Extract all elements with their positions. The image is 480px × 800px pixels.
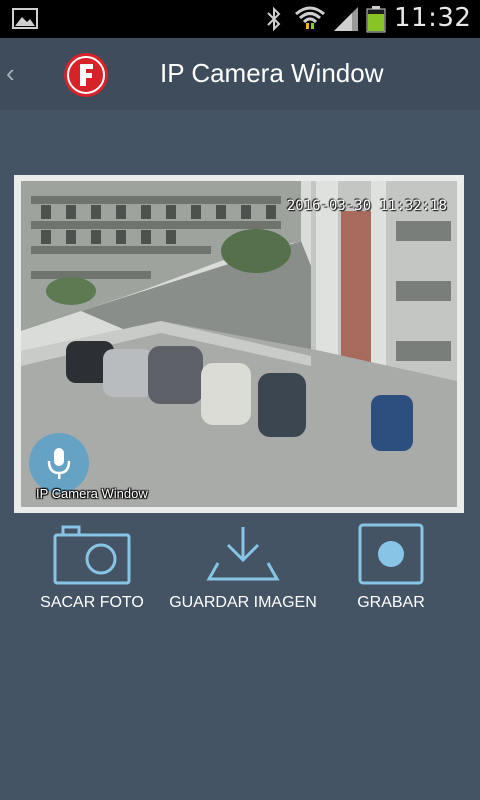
take-photo-label: SACAR FOTO	[40, 594, 144, 611]
record-button[interactable]: GRABAR	[352, 522, 430, 612]
status-time: 11:32	[394, 3, 472, 33]
app-logo	[64, 53, 108, 97]
page-title: IP Camera Window	[160, 58, 384, 88]
microphone-button[interactable]	[29, 433, 89, 493]
app-bar: ‹ IP Camera Window	[0, 38, 480, 110]
download-icon	[206, 527, 280, 581]
battery-icon	[366, 6, 386, 33]
record-icon	[358, 523, 424, 585]
gallery-icon	[12, 8, 38, 29]
camera-overlay-label: IP Camera Window	[36, 486, 148, 501]
take-photo-button[interactable]: SACAR FOTO	[40, 522, 144, 612]
wifi-icon	[295, 6, 325, 29]
microphone-icon	[47, 448, 71, 479]
signal-icon	[334, 7, 358, 31]
chevron-left-icon[interactable]: ‹	[6, 58, 15, 89]
camera-feed[interactable]: 2016-03-30 11:32:18 IP Camera Window	[21, 181, 457, 507]
save-image-button[interactable]: GUARDAR IMAGEN	[167, 522, 319, 612]
save-image-label: GUARDAR IMAGEN	[169, 594, 317, 611]
status-bar: 11:32	[0, 0, 480, 38]
camera-timestamp: 2016-03-30 11:32:18	[286, 198, 447, 214]
camera-frame: 2016-03-30 11:32:18 IP Camera Window	[14, 175, 464, 513]
camera-icon	[53, 525, 131, 585]
record-label: GRABAR	[357, 594, 425, 611]
bluetooth-icon	[267, 6, 281, 32]
